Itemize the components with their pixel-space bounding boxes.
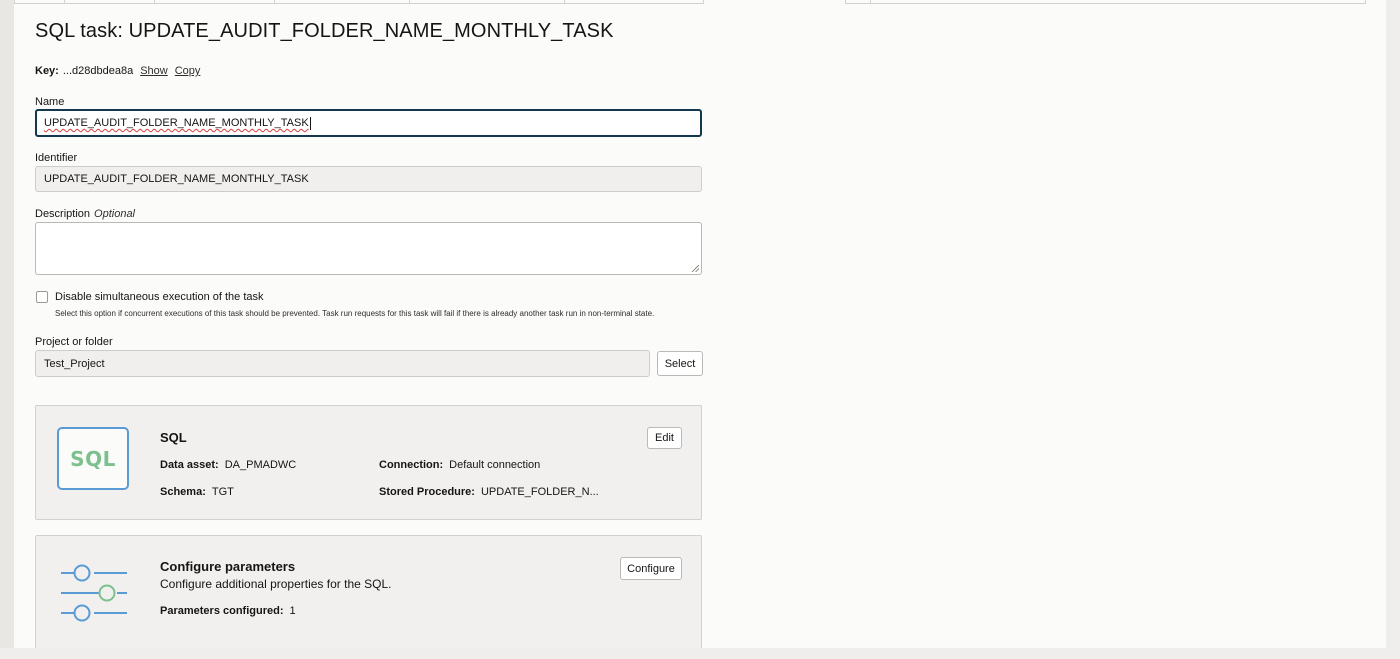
top-tab[interactable]	[409, 0, 564, 4]
sql-icon: SQL	[57, 427, 129, 490]
key-value: ...d28dbdea8a	[62, 65, 134, 77]
configure-parameters-title: Configure parameters	[160, 559, 296, 574]
right-panel-tab-strip	[845, 0, 1366, 4]
description-textarea[interactable]	[35, 222, 702, 275]
top-tab[interactable]	[64, 0, 154, 4]
key-row: Key: ...d28dbdea8a Show Copy	[35, 65, 207, 77]
select-project-button[interactable]: Select	[657, 351, 703, 376]
connection-value: Default connection	[449, 459, 541, 471]
sql-card: SQL SQL Edit Data asset: DA_PMADWC Connec…	[35, 405, 702, 520]
identifier-input-value: UPDATE_AUDIT_FOLDER_NAME_MONTHLY_TASK	[44, 173, 309, 185]
stored-procedure-row: Stored Procedure: UPDATE_FOLDER_N...	[379, 486, 599, 498]
disable-concurrent-label[interactable]: Disable simultaneous execution of the ta…	[55, 291, 264, 303]
text-caret	[309, 116, 311, 130]
data-asset-label: Data asset:	[160, 459, 219, 471]
configure-parameters-subtitle: Configure additional properties for the …	[160, 577, 392, 591]
identifier-label: Identifier	[35, 152, 78, 164]
name-label: Name	[35, 96, 65, 108]
schema-value: TGT	[211, 486, 234, 498]
stored-procedure-label: Stored Procedure:	[379, 486, 475, 498]
project-input-value: Test_Project	[44, 357, 105, 370]
project-label: Project or folder	[35, 336, 113, 348]
name-input-value: UPDATE_AUDIT_FOLDER_NAME_MONTHLY_TASK	[44, 117, 309, 129]
schema-row: Schema: TGT	[160, 486, 234, 498]
key-label: Key:	[35, 65, 59, 77]
resize-grip-icon[interactable]	[691, 264, 699, 272]
sliders-icon	[61, 564, 127, 622]
top-tab[interactable]	[274, 0, 409, 4]
edit-sql-button[interactable]: Edit	[647, 427, 682, 449]
sql-icon-text: SQL	[70, 446, 116, 471]
left-margin-strip	[0, 0, 14, 659]
name-input[interactable]: UPDATE_AUDIT_FOLDER_NAME_MONTHLY_TASK	[35, 109, 702, 137]
top-tab[interactable]	[564, 0, 704, 4]
stored-procedure-value: UPDATE_FOLDER_N...	[480, 486, 599, 498]
copy-key-link[interactable]: Copy	[175, 65, 201, 77]
page-title: SQL task: UPDATE_AUDIT_FOLDER_NAME_MONTH…	[35, 20, 614, 42]
data-asset-value: DA_PMADWC	[224, 459, 297, 471]
description-label-text: Description	[35, 208, 91, 220]
disable-concurrent-checkbox[interactable]	[36, 291, 48, 303]
data-asset-row: Data asset: DA_PMADWC	[160, 459, 296, 471]
configure-parameters-card: Configure parameters Configure additiona…	[35, 535, 702, 648]
schema-label: Schema:	[160, 486, 206, 498]
identifier-input[interactable]: UPDATE_AUDIT_FOLDER_NAME_MONTHLY_TASK	[35, 166, 702, 192]
top-tab-strip	[14, 0, 704, 4]
connection-label: Connection:	[379, 459, 444, 471]
top-tab[interactable]	[154, 0, 274, 4]
description-label: Description Optional	[35, 208, 135, 220]
sql-card-title: SQL	[160, 430, 187, 445]
parameters-configured-label: Parameters configured:	[160, 605, 284, 617]
configure-button[interactable]: Configure	[620, 557, 682, 580]
disable-concurrent-help: Select this option if concurrent executi…	[55, 309, 655, 318]
project-input[interactable]: Test_Project	[35, 350, 650, 377]
parameters-configured-value: 1	[289, 605, 296, 617]
sql-task-panel: SQL task: UPDATE_AUDIT_FOLDER_NAME_MONTH…	[14, 0, 1386, 648]
optional-marker: Optional	[94, 208, 136, 220]
show-key-link[interactable]: Show	[140, 65, 168, 77]
connection-row: Connection: Default connection	[379, 459, 540, 471]
top-tab[interactable]	[14, 0, 64, 4]
parameters-configured-row: Parameters configured: 1	[160, 605, 296, 617]
bottom-margin-strip	[0, 648, 1400, 659]
